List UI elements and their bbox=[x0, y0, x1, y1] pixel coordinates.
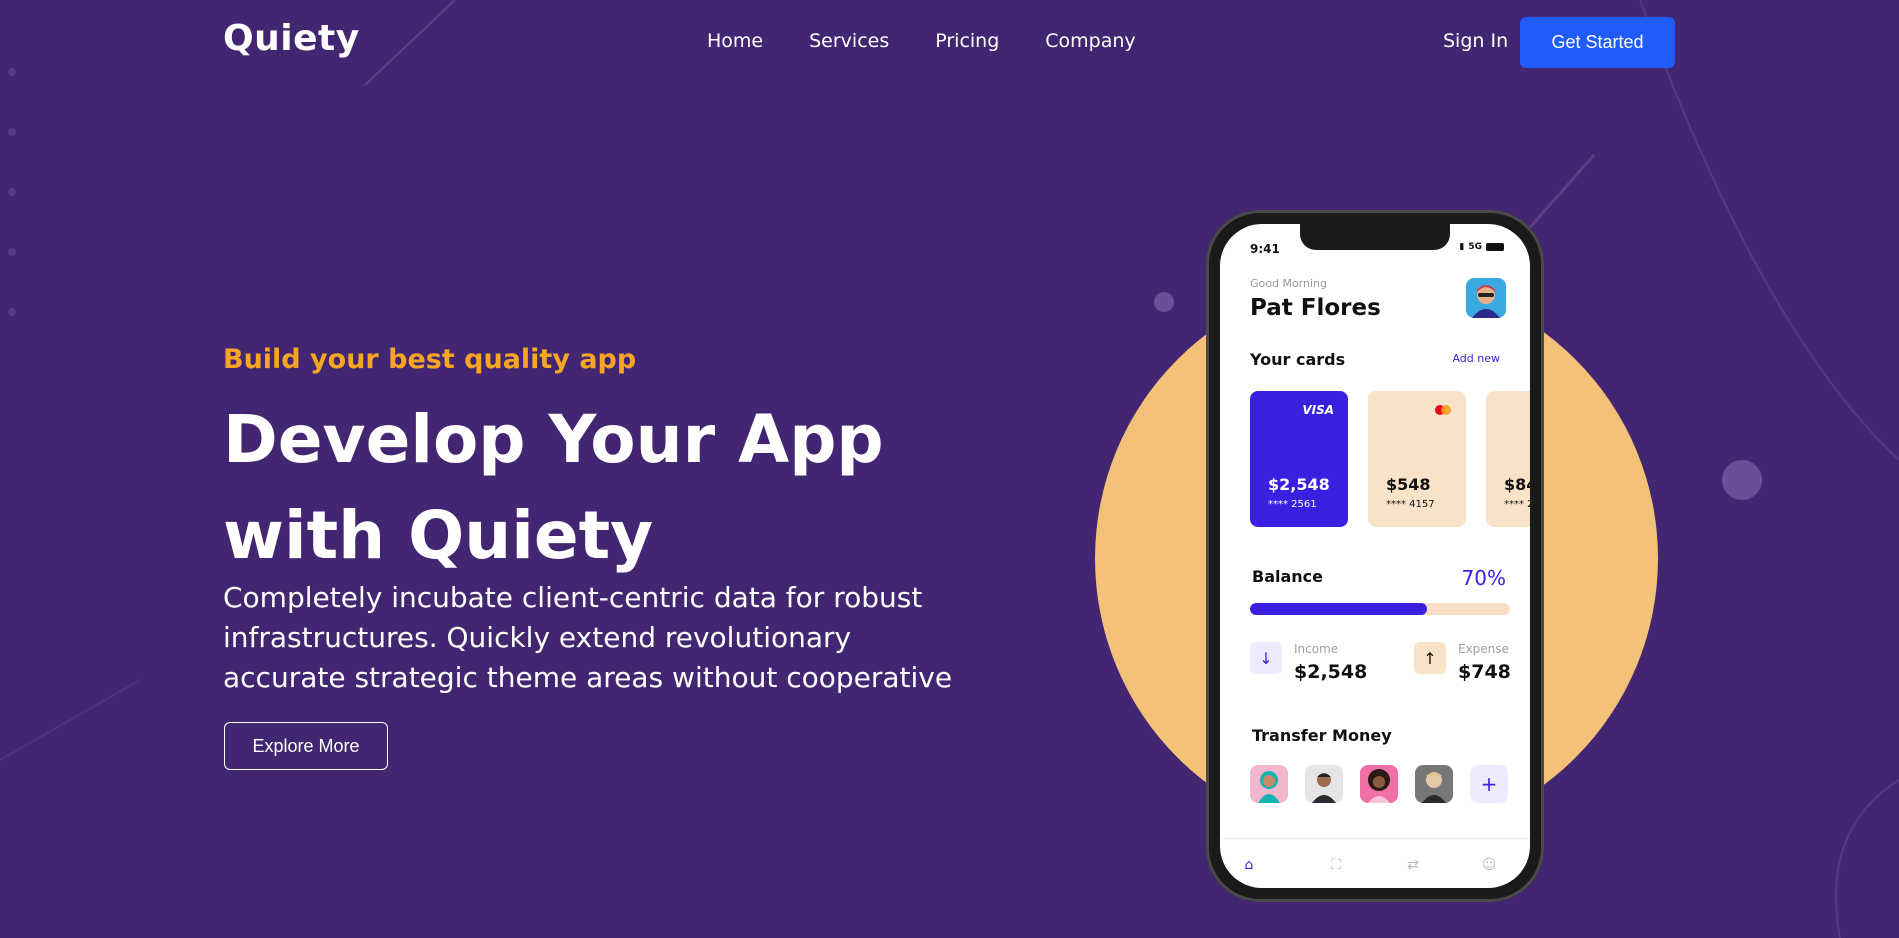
headline-line-1: Develop Your App bbox=[223, 401, 884, 478]
hero-description: Completely incubate client-centric data … bbox=[223, 581, 953, 694]
scan-tab-icon[interactable]: ⛶ bbox=[1327, 856, 1345, 874]
hero-eyebrow: Build your best quality app bbox=[223, 344, 637, 375]
visa-logo: VISA bbox=[1302, 403, 1334, 417]
get-started-button[interactable]: Get Started bbox=[1520, 17, 1675, 68]
nav-company[interactable]: Company bbox=[1045, 30, 1135, 52]
contact-avatar[interactable] bbox=[1360, 765, 1398, 803]
phone-screen: 9:41 ▮ 5G Good Morning Pat Flores Your c… bbox=[1220, 224, 1530, 888]
logo[interactable]: Quiety bbox=[223, 18, 360, 59]
home-tab-icon[interactable]: ⌂ bbox=[1240, 856, 1258, 874]
transfer-tab-icon[interactable]: ⇄ bbox=[1404, 856, 1422, 874]
card-third[interactable]: $84 **** 2 bbox=[1486, 391, 1530, 527]
card-amount: $2,548 bbox=[1268, 475, 1330, 494]
nav-pricing[interactable]: Pricing bbox=[935, 30, 999, 52]
hero-headline: Develop Your App with Quiety bbox=[223, 392, 943, 584]
user-name: Pat Flores bbox=[1250, 295, 1381, 321]
status-indicators: ▮ 5G bbox=[1459, 242, 1504, 252]
contact-avatar[interactable] bbox=[1415, 765, 1453, 803]
income-label: Income bbox=[1294, 642, 1339, 656]
profile-tab-icon[interactable]: ☺ bbox=[1480, 856, 1498, 874]
nav-home[interactable]: Home bbox=[707, 30, 763, 52]
nav-services[interactable]: Services bbox=[809, 30, 889, 52]
signal-icon: ▮ bbox=[1459, 242, 1465, 252]
card-number: **** 4157 bbox=[1386, 499, 1435, 510]
balance-title: Balance bbox=[1252, 567, 1323, 586]
transfer-title: Transfer Money bbox=[1252, 726, 1392, 745]
explore-more-button[interactable]: Explore More bbox=[224, 722, 388, 770]
card-number: **** 2561 bbox=[1268, 499, 1317, 510]
bottom-tab-bar: ⌂ ⛶ ⇄ ☺ bbox=[1220, 838, 1530, 888]
card-number: **** 2 bbox=[1504, 499, 1530, 510]
income-value: $2,548 bbox=[1294, 661, 1368, 683]
headline-line-2: with Quiety bbox=[223, 497, 654, 574]
card-visa[interactable]: VISA $2,548 **** 2561 bbox=[1250, 391, 1348, 527]
balance-progress-fill bbox=[1250, 603, 1427, 615]
greeting: Good Morning bbox=[1250, 277, 1327, 290]
battery-icon bbox=[1486, 243, 1504, 251]
add-contact-button[interactable]: + bbox=[1470, 765, 1508, 803]
cards-title: Your cards bbox=[1250, 350, 1346, 369]
mastercard-logo bbox=[1435, 405, 1451, 415]
status-time: 9:41 bbox=[1250, 242, 1280, 256]
card-mastercard[interactable]: $548 **** 4157 bbox=[1368, 391, 1466, 527]
card-amount: $84 bbox=[1504, 475, 1530, 494]
expense-value: $748 bbox=[1458, 661, 1511, 683]
site-header: Quiety Home Services Pricing Company Sig… bbox=[0, 0, 1899, 86]
user-avatar[interactable] bbox=[1466, 278, 1506, 318]
card-amount: $548 bbox=[1386, 475, 1431, 494]
balance-progress-bar bbox=[1250, 603, 1510, 615]
income-down-arrow-icon: ↓ bbox=[1250, 642, 1282, 674]
phone-notch bbox=[1300, 224, 1450, 250]
expense-up-arrow-icon: ↑ bbox=[1414, 642, 1446, 674]
contact-avatar[interactable] bbox=[1250, 765, 1288, 803]
main-nav: Home Services Pricing Company bbox=[707, 30, 1136, 52]
contact-avatar[interactable] bbox=[1305, 765, 1343, 803]
add-new-card-link[interactable]: Add new bbox=[1452, 352, 1500, 365]
balance-percent: 70% bbox=[1461, 566, 1506, 590]
network-label: 5G bbox=[1468, 242, 1482, 252]
phone-mockup: 9:41 ▮ 5G Good Morning Pat Flores Your c… bbox=[1206, 210, 1544, 902]
sign-in-link[interactable]: Sign In bbox=[1443, 30, 1508, 52]
expense-label: Expense bbox=[1458, 642, 1509, 656]
